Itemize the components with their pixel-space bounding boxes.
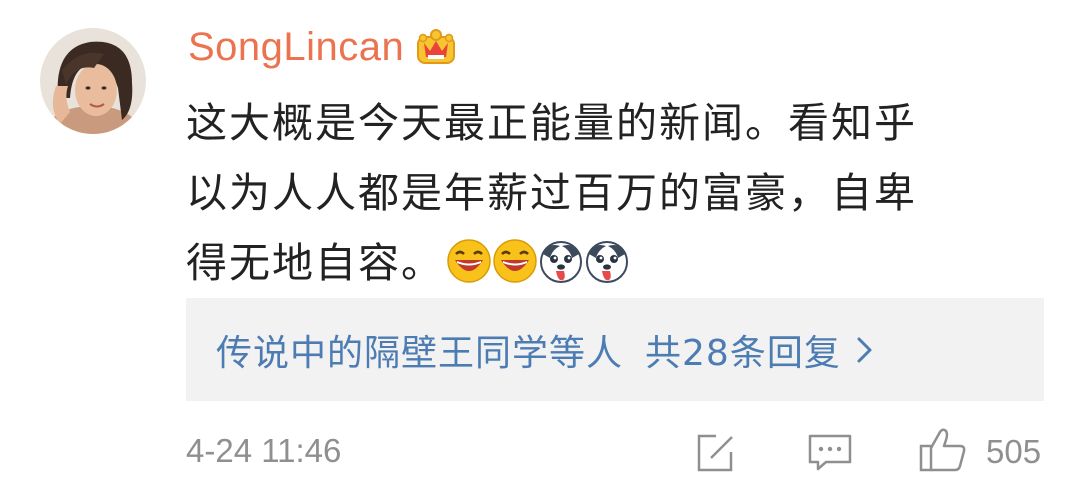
husky-dog-emoji-icon bbox=[586, 241, 628, 283]
husky-dog-emoji-icon bbox=[540, 241, 582, 283]
laughing-emoji-icon bbox=[493, 239, 537, 283]
emoji-row bbox=[446, 238, 630, 284]
chevron-right-icon bbox=[857, 337, 872, 362]
comment-timestamp: 4-24 11:46 bbox=[186, 432, 342, 469]
vip-crown-icon bbox=[417, 29, 456, 64]
username-row: SongLincan bbox=[188, 22, 458, 72]
thumbs-up-icon bbox=[919, 428, 966, 472]
reply-button[interactable] bbox=[806, 432, 854, 474]
edit-button[interactable] bbox=[694, 432, 738, 474]
replies-summary-link[interactable]: 传说中的隔壁王同学等人 共28条回复 bbox=[186, 298, 1044, 401]
comment-line-1: 这大概是今天最正能量的新闻。看知乎 bbox=[186, 99, 917, 147]
replies-count: 共28条回复 bbox=[645, 332, 841, 374]
comment-line-2: 以为人人都是年薪过百万的富豪，自卑 bbox=[186, 169, 917, 217]
comment-icon bbox=[808, 434, 852, 471]
username[interactable]: SongLincan bbox=[188, 25, 404, 70]
like-button[interactable] bbox=[918, 426, 968, 474]
edit-icon bbox=[697, 434, 733, 472]
comment-text: 这大概是今天最正能量的新闻。看知乎 以为人人都是年薪过百万的富豪，自卑 得无地自容。 bbox=[186, 88, 1046, 298]
like-count: 505 bbox=[986, 433, 1042, 470]
user-avatar[interactable] bbox=[40, 28, 146, 134]
replies-summary-text: 传说中的隔壁王同学等人 bbox=[216, 332, 624, 374]
laughing-emoji-icon bbox=[447, 239, 491, 283]
comment-line-3: 得无地自容。 bbox=[186, 239, 444, 287]
